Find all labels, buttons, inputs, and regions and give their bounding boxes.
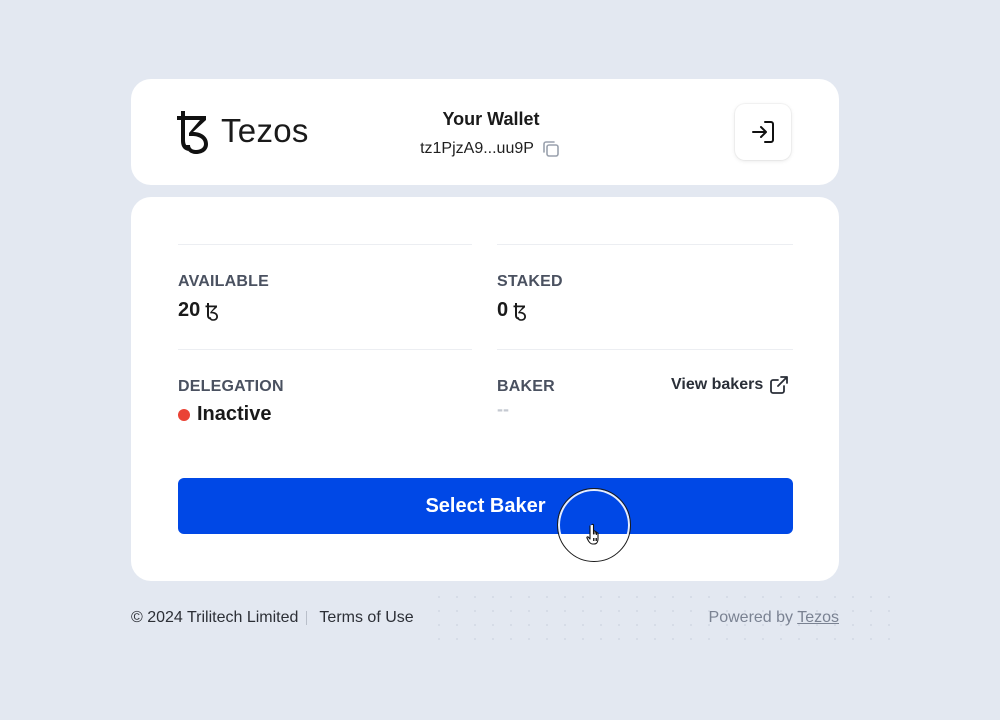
divider <box>178 244 472 245</box>
staking-card: AVAILABLE 20 STAKED 0 DELEGATION Inactiv… <box>131 197 839 581</box>
available-amount: 20 <box>178 299 201 321</box>
cursor-indicator <box>557 488 631 562</box>
select-baker-button[interactable]: Select Baker <box>178 478 793 534</box>
wallet-title: Your Wallet <box>442 109 540 129</box>
view-bakers-label: View bakers <box>671 376 764 393</box>
delegation-label: DELEGATION <box>178 378 284 395</box>
wallet-address-row: tz1PjzA9...uu9P <box>381 138 601 160</box>
powered-by-text: Powered by <box>708 609 794 626</box>
tez-currency-icon <box>205 303 219 321</box>
copyright-text: © 2024 Trilitech Limited <box>131 609 299 626</box>
brand-logo: Tezos <box>177 107 309 155</box>
wallet-info: Your Wallet tz1PjzA9...uu9P <box>381 109 601 160</box>
staked-amount: 0 <box>497 299 509 321</box>
available-value: 20 <box>178 299 219 322</box>
divider <box>497 244 793 245</box>
external-link-icon <box>770 376 789 394</box>
staked-label: STAKED <box>497 273 563 290</box>
status-dot-icon <box>178 408 190 421</box>
footer-separator <box>306 611 308 625</box>
baker-value: -- <box>497 399 509 419</box>
tez-currency-icon <box>513 303 527 321</box>
delegation-status: Inactive <box>178 403 271 426</box>
staked-value: 0 <box>497 299 527 322</box>
delegation-status-text: Inactive <box>197 403 272 425</box>
terms-link[interactable]: Terms of Use <box>319 609 413 627</box>
footer-left: © 2024 Trilitech Limited Terms of Use <box>131 609 414 627</box>
baker-label: BAKER <box>497 378 555 395</box>
sign-in-arrow-icon <box>752 121 774 143</box>
divider <box>497 349 793 350</box>
tezos-link[interactable]: Tezos <box>797 609 839 626</box>
footer-right: Powered by Tezos <box>709 609 839 627</box>
copy-icon[interactable] <box>540 138 562 160</box>
brand-name: Tezos <box>221 112 309 149</box>
wallet-address: tz1PjzA9...uu9P <box>420 140 534 157</box>
tezos-logo-icon <box>177 111 208 154</box>
sign-in-button[interactable] <box>735 104 791 160</box>
divider <box>178 349 472 350</box>
hand-pointer-icon <box>586 523 599 545</box>
header-card: Tezos Your Wallet tz1PjzA9...uu9P <box>131 79 839 185</box>
available-label: AVAILABLE <box>178 273 269 290</box>
view-bakers-link[interactable]: View bakers <box>671 375 789 395</box>
